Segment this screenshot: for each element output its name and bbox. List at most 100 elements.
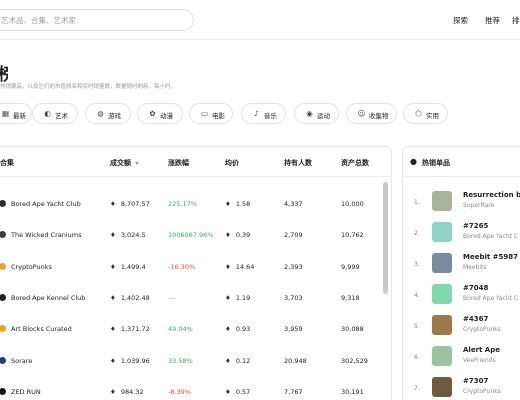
eth-icon: ♦ [225, 293, 231, 302]
hot-item-collection[interactable]: Bored Ape Yacht C [463, 233, 518, 240]
hot-item-title[interactable]: #4367 [463, 315, 488, 323]
hot-item-title[interactable]: Meebit #5987 [463, 253, 518, 261]
collection-name[interactable]: Art Blocks Curated [11, 325, 72, 333]
hot-item[interactable]: 4. #7048 Bored Ape Yacht C [402, 280, 520, 311]
table-row[interactable]: Bored Ape Yacht Club ♦ 8,707.57 225.17% ♦ 1.5… [0, 192, 392, 223]
change-value: 1006067.96% [168, 231, 214, 240]
sports-icon: ◉ [306, 109, 313, 118]
video-icon: ▭ [200, 109, 209, 118]
collection-avatar [0, 293, 6, 301]
hot-thumbnail[interactable] [432, 284, 452, 304]
collection-name[interactable]: CryptoPunks [11, 263, 52, 271]
table-row[interactable]: Bored Ape Kennel Club ♦ 1,402.48 --- ♦ 1.19 3,… [0, 286, 392, 317]
col-collection[interactable]: 合集 [0, 158, 14, 168]
col-assets[interactable]: 资产总数 [341, 158, 369, 168]
hot-item[interactable]: 5. #4367 CryptoPunks [402, 311, 520, 342]
collection-avatar [0, 356, 6, 364]
col-avg-price[interactable]: 均价 [225, 158, 239, 168]
hot-thumbnail[interactable] [432, 377, 452, 397]
volume-value: 8,707.57 [120, 200, 150, 208]
collection-avatar [0, 200, 6, 207]
filter-label: 实用 [426, 112, 439, 120]
hot-item-title[interactable]: #7265 [463, 222, 488, 230]
hot-thumbnail[interactable] [432, 315, 452, 335]
eth-icon: ♦ [110, 325, 116, 334]
assets-value: 9,318 [341, 293, 360, 302]
hot-item-collection[interactable]: Bored Ape Yacht C [463, 295, 518, 302]
hot-rank: 5. [414, 323, 420, 330]
filter-label: 动漫 [160, 112, 173, 120]
holders-value: 2,709 [284, 231, 303, 240]
filter-5[interactable]: ♪ 音乐 [241, 103, 286, 124]
filter-3[interactable]: ✿ 动漫 [137, 103, 183, 124]
filter-2[interactable]: ◍ 游戏 [85, 103, 131, 124]
hot-item-collection[interactable]: CryptoPunks [463, 388, 501, 395]
hot-item-collection[interactable]: CryptoPunks [463, 326, 501, 333]
nav-recommend[interactable]: 推荐 [485, 15, 500, 26]
hot-thumbnail[interactable] [432, 346, 452, 366]
change-value: 225.17% [168, 200, 197, 208]
hot-item[interactable]: 3. Meebit #5987 Meebits [402, 249, 520, 280]
table-row[interactable]: Sorare ♦ 1,039.96 33.58% ♦ 0.12 20,948 302,529 [0, 349, 392, 380]
col-volume[interactable]: 成交额 [110, 158, 139, 168]
hot-thumbnail[interactable] [432, 191, 452, 211]
table-row[interactable]: CryptoPunks ♦ 1,499.4 -16.30% ♦ 14.64 2,393 9,9… [0, 255, 392, 286]
collection-name[interactable]: Sorare [11, 357, 32, 365]
eth-icon: ♦ [225, 200, 231, 208]
hot-rank: 7. [414, 385, 420, 392]
avg-cell: ♦ 0.39 [225, 231, 250, 239]
nav-explore[interactable]: 探索 [453, 15, 468, 26]
collection-avatar [0, 325, 6, 333]
col-holders[interactable]: 持有人数 [284, 158, 312, 168]
filter-6[interactable]: ◉ 运动 [294, 103, 339, 124]
volume-value: 1,499.4 [120, 262, 146, 271]
collection-name[interactable]: Bored Ape Yacht Club [11, 200, 81, 208]
filter-8[interactable]: ⬡ 实用 [403, 103, 448, 124]
holders-value: 3,703 [284, 293, 303, 302]
hot-thumbnail[interactable] [432, 222, 452, 242]
volume-value: 1,371.72 [120, 325, 150, 334]
table-row[interactable]: Art Blocks Curated ♦ 1,371.72 49.04% ♦ 0.93 3,… [0, 317, 392, 348]
holders-value: 3,959 [284, 325, 303, 334]
col-change[interactable]: 涨跌幅 [168, 158, 189, 168]
hot-item-collection[interactable]: SuperRare [463, 202, 494, 209]
hot-item-title[interactable]: Resurrection by [463, 191, 520, 199]
hot-item-title[interactable]: Alert Ape [463, 346, 500, 354]
hot-item[interactable]: 6. Alert Ape VeeFriends [402, 342, 520, 373]
nav-ranking[interactable]: 排 [512, 15, 520, 26]
sort-icon[interactable] [135, 161, 139, 165]
assets-value: 10,762 [341, 231, 364, 240]
hot-item[interactable]: 7. #7307 CryptoPunks [402, 373, 520, 400]
table-row[interactable]: The Wicked Craniums ♦ 3,024.5 1006067.96% ♦ 0… [0, 223, 392, 254]
hot-item[interactable]: 2. #7265 Bored Ape Yacht C [402, 218, 520, 249]
filter-1[interactable]: ◐ 艺术 [32, 103, 78, 124]
collection-name[interactable]: Bored Ape Kennel Club [11, 294, 85, 302]
volume-cell: ♦ 1,039.96 [110, 357, 150, 365]
filter-0[interactable]: ▦ 最新 [0, 103, 32, 124]
collection-name[interactable]: ZED RUN [11, 388, 41, 396]
avg-value: 0.12 [235, 356, 251, 365]
hot-items-title: 热销单品 [422, 159, 450, 167]
search-input[interactable]: 艺术品、合集、艺术家 [0, 9, 194, 31]
scrollbar[interactable] [383, 182, 388, 294]
collection-avatar [0, 231, 6, 239]
change-value: 33.58% [168, 356, 193, 365]
hot-item-title[interactable]: #7307 [463, 377, 488, 385]
gamepad-icon: ◍ [97, 109, 104, 118]
assets-value: 10,000 [341, 200, 364, 208]
filter-7[interactable]: ☺ 收集物 [346, 103, 397, 124]
hot-rank: 6. [414, 354, 420, 361]
hot-item-collection[interactable]: Meebits [463, 264, 487, 271]
table-row[interactable]: ZED RUN ♦ 984.32 -8.39% ♦ 0.57 7,767 30,191 [0, 380, 392, 400]
music-icon: ♪ [254, 109, 259, 118]
filter-label: 音乐 [264, 112, 277, 120]
change-value: --- [168, 293, 176, 302]
collection-name[interactable]: The Wicked Craniums [11, 231, 82, 239]
hot-item-collection[interactable]: VeeFriends [463, 357, 496, 364]
hot-item-title[interactable]: #7048 [463, 284, 488, 292]
hot-item[interactable]: 1. Resurrection by SuperRare [402, 187, 520, 218]
filter-4[interactable]: ▭ 电影 [189, 103, 233, 124]
change-value: 49.04% [168, 325, 193, 334]
avg-value: 1.19 [235, 293, 251, 302]
hot-thumbnail[interactable] [432, 253, 452, 273]
